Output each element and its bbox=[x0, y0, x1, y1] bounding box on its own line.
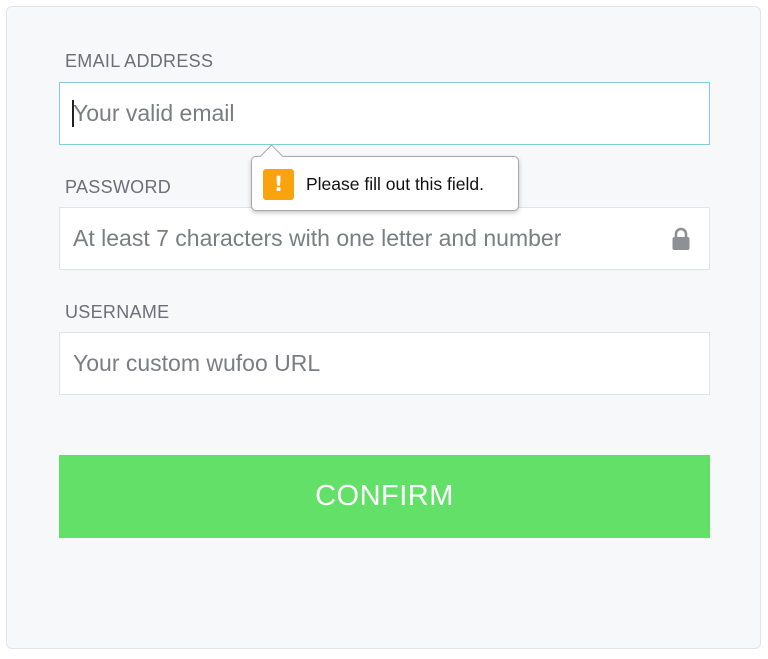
password-input[interactable] bbox=[60, 208, 709, 269]
tooltip-arrow bbox=[259, 144, 284, 169]
email-label: EMAIL ADDRESS bbox=[65, 51, 214, 71]
username-label: USERNAME bbox=[65, 302, 170, 322]
confirm-button[interactable]: CONFIRM bbox=[59, 455, 710, 538]
lock-icon bbox=[672, 227, 690, 250]
tooltip-message: Please fill out this field. bbox=[306, 174, 485, 194]
warning-icon: ! bbox=[263, 169, 294, 200]
text-caret bbox=[72, 100, 74, 127]
password-field[interactable] bbox=[59, 207, 710, 270]
validation-tooltip: ! Please fill out this field. bbox=[251, 144, 519, 211]
password-label: PASSWORD bbox=[65, 177, 172, 197]
username-field[interactable] bbox=[59, 332, 710, 395]
signup-form-card: EMAIL ADDRESS PASSWORD USERNAME CONFIRM … bbox=[6, 6, 761, 649]
username-input[interactable] bbox=[60, 333, 709, 394]
email-field[interactable] bbox=[59, 82, 710, 145]
email-input[interactable] bbox=[60, 83, 709, 144]
